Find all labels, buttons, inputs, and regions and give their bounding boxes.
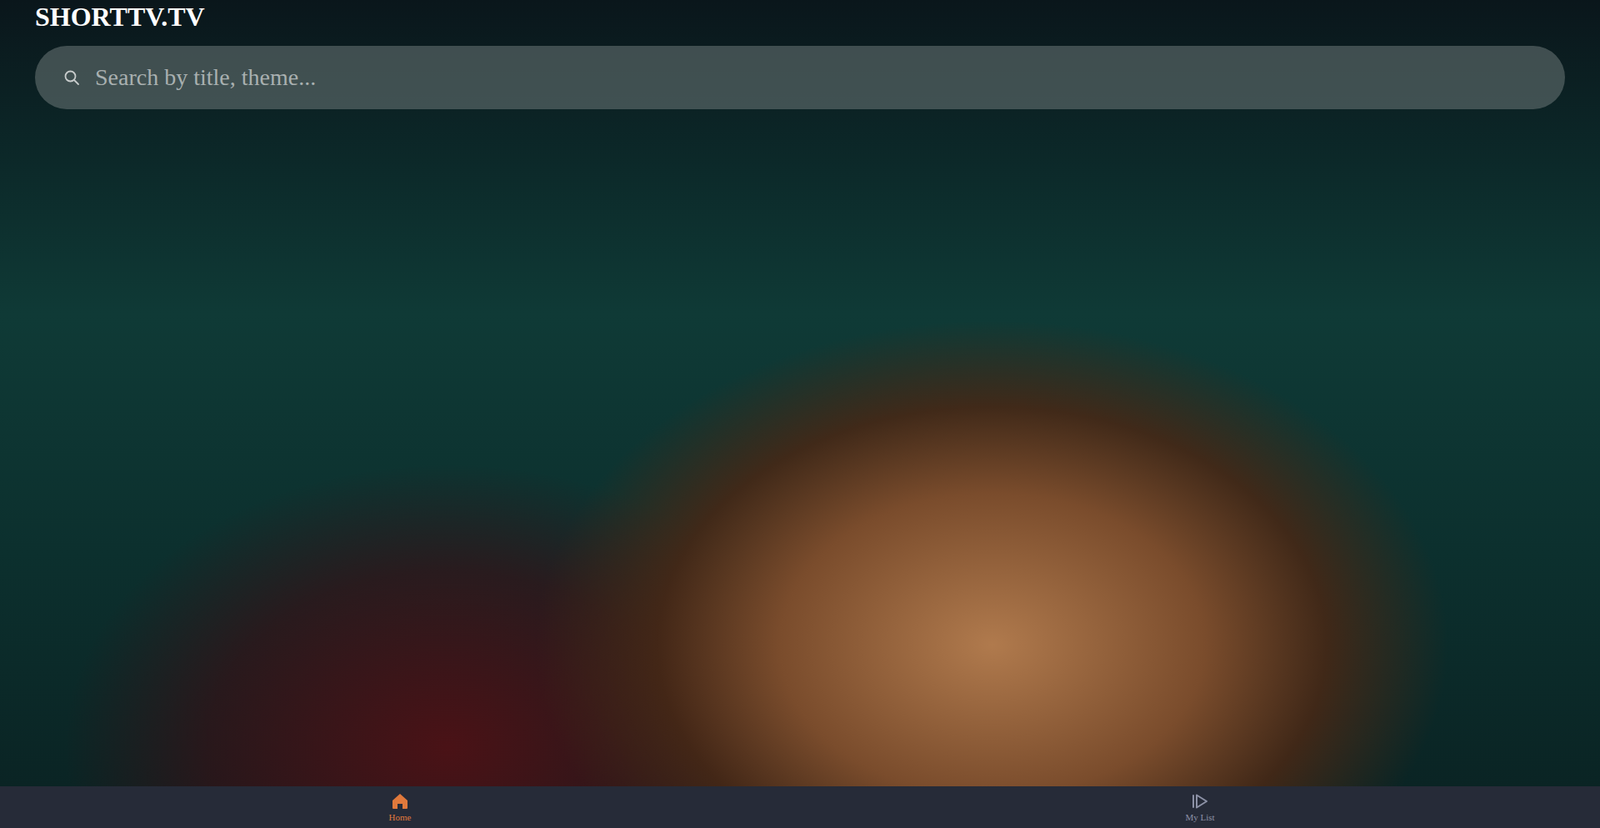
bottom-nav: Home My List <box>0 785 1600 828</box>
search-bar[interactable] <box>35 45 1565 110</box>
nav-label: Home <box>389 811 412 823</box>
nav-label: My List <box>1185 811 1215 823</box>
search-icon <box>63 69 80 86</box>
hero-picture[interactable]: SHORTTV.TV <box>0 0 1600 786</box>
play-list-icon <box>1190 790 1210 811</box>
search-input[interactable] <box>93 59 1537 96</box>
nav-item[interactable]: My List <box>800 785 1600 828</box>
home-icon <box>390 790 410 811</box>
nav-item[interactable]: Home <box>0 785 800 828</box>
site-logo[interactable]: SHORTTV.TV <box>0 0 1600 35</box>
page: SHORTTV.TV Home My List <box>0 0 1600 828</box>
